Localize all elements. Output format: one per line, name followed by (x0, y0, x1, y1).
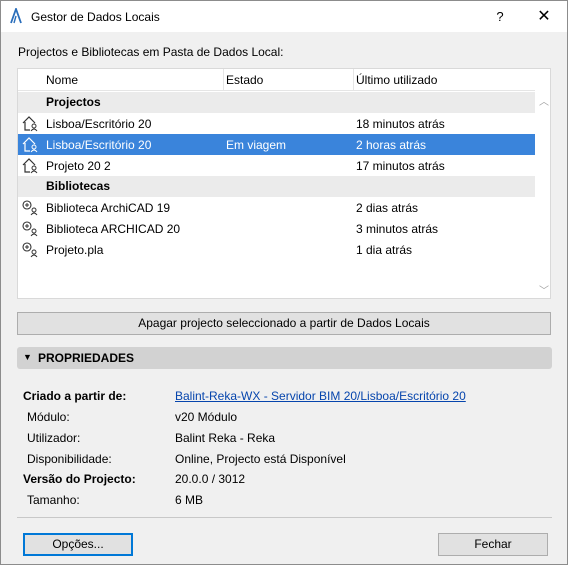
properties-title: PROPRIEDADES (38, 351, 135, 365)
row-name: Projeto.pla (46, 243, 104, 257)
project-icon (22, 116, 38, 132)
prop-value-project-version: 20.0.0 / 3012 (175, 472, 246, 486)
library-icon (22, 242, 38, 258)
row-last-used: 3 minutos atrás (356, 222, 439, 236)
list-row[interactable]: Projeto 20 2 17 minutos atrás (18, 155, 535, 176)
prop-value-created-from-link[interactable]: Balint-Reka-WX - Servidor BIM 20/Lisboa/… (175, 389, 466, 403)
window-title: Gestor de Dados Locais (31, 10, 160, 24)
close-window-button[interactable]: ✕ (529, 5, 559, 29)
footer-divider (17, 517, 552, 518)
archicad-app-icon (10, 8, 22, 24)
list-section-label: Projectos e Bibliotecas em Pasta de Dado… (18, 45, 284, 59)
properties-panel-header[interactable]: ▼ PROPRIEDADES (17, 347, 552, 369)
scroll-down-arrow-icon[interactable]: ﹀ (537, 282, 551, 297)
project-icon (22, 137, 38, 153)
row-name: Lisboa/Escritório 20 (46, 117, 152, 131)
row-last-used: 18 minutos atrás (356, 117, 445, 131)
prop-value-size: 6 MB (175, 493, 204, 507)
column-header-last-used[interactable]: Último utilizado (356, 73, 437, 87)
options-button[interactable]: Opções... (23, 533, 133, 556)
group-label: Bibliotecas (46, 179, 111, 193)
prop-label-module: Módulo: (27, 410, 70, 424)
column-divider[interactable] (353, 69, 354, 91)
row-last-used: 17 minutos atrás (356, 159, 445, 173)
project-icon (22, 158, 38, 174)
prop-label-availability: Disponibilidade: (27, 452, 112, 466)
local-data-list[interactable]: Nome Estado Último utilizado Projectos L… (17, 68, 551, 299)
group-label: Projectos (46, 95, 101, 109)
library-icon (22, 221, 38, 237)
row-name: Projeto 20 2 (46, 159, 111, 173)
prop-value-availability: Online, Projecto está Disponível (175, 452, 346, 466)
dialog-window: Gestor de Dados Locais ? ✕ Projectos e B… (0, 0, 568, 565)
prop-label-project-version: Versão do Projecto: (23, 472, 136, 486)
prop-value-user: Balint Reka - Reka (175, 431, 276, 445)
list-row[interactable]: Lisboa/Escritório 20 18 minutos atrás (18, 113, 535, 134)
row-last-used: 2 horas atrás (356, 138, 427, 152)
row-state: Em viagem (226, 138, 287, 152)
list-row[interactable]: Biblioteca ArchiCAD 19 2 dias atrás (18, 197, 535, 218)
collapse-triangle-icon[interactable]: ▼ (23, 352, 32, 362)
group-row-libraries: Bibliotecas (18, 176, 535, 197)
prop-value-module: v20 Módulo (175, 410, 238, 424)
library-icon (22, 200, 38, 216)
row-last-used: 2 dias atrás (356, 201, 419, 215)
column-header-name[interactable]: Nome (46, 73, 78, 87)
list-row[interactable]: Projeto.pla 1 dia atrás (18, 239, 535, 260)
prop-label-size: Tamanho: (27, 493, 80, 507)
close-button[interactable]: Fechar (438, 533, 548, 556)
delete-selected-project-button[interactable]: Apagar projecto seleccionado a partir de… (17, 312, 551, 335)
list-row[interactable]: Biblioteca ARCHICAD 20 3 minutos atrás (18, 218, 535, 239)
column-divider[interactable] (223, 69, 224, 91)
column-header-state[interactable]: Estado (226, 73, 263, 87)
row-name: Biblioteca ARCHICAD 20 (46, 222, 181, 236)
prop-label-user: Utilizador: (27, 431, 81, 445)
group-row-projects: Projectos (18, 92, 535, 113)
help-button[interactable]: ? (485, 5, 515, 29)
list-row-selected[interactable]: Lisboa/Escritório 20 Em viagem 2 horas a… (18, 134, 535, 155)
prop-label-created-from: Criado a partir de: (23, 389, 127, 403)
row-name: Biblioteca ArchiCAD 19 (46, 201, 171, 215)
list-header: Nome Estado Último utilizado (18, 69, 535, 91)
title-bar: Gestor de Dados Locais ? ✕ (1, 1, 567, 32)
row-last-used: 1 dia atrás (356, 243, 413, 257)
row-name: Lisboa/Escritório 20 (46, 138, 152, 152)
scroll-up-arrow-icon[interactable]: ︿ (537, 93, 551, 108)
